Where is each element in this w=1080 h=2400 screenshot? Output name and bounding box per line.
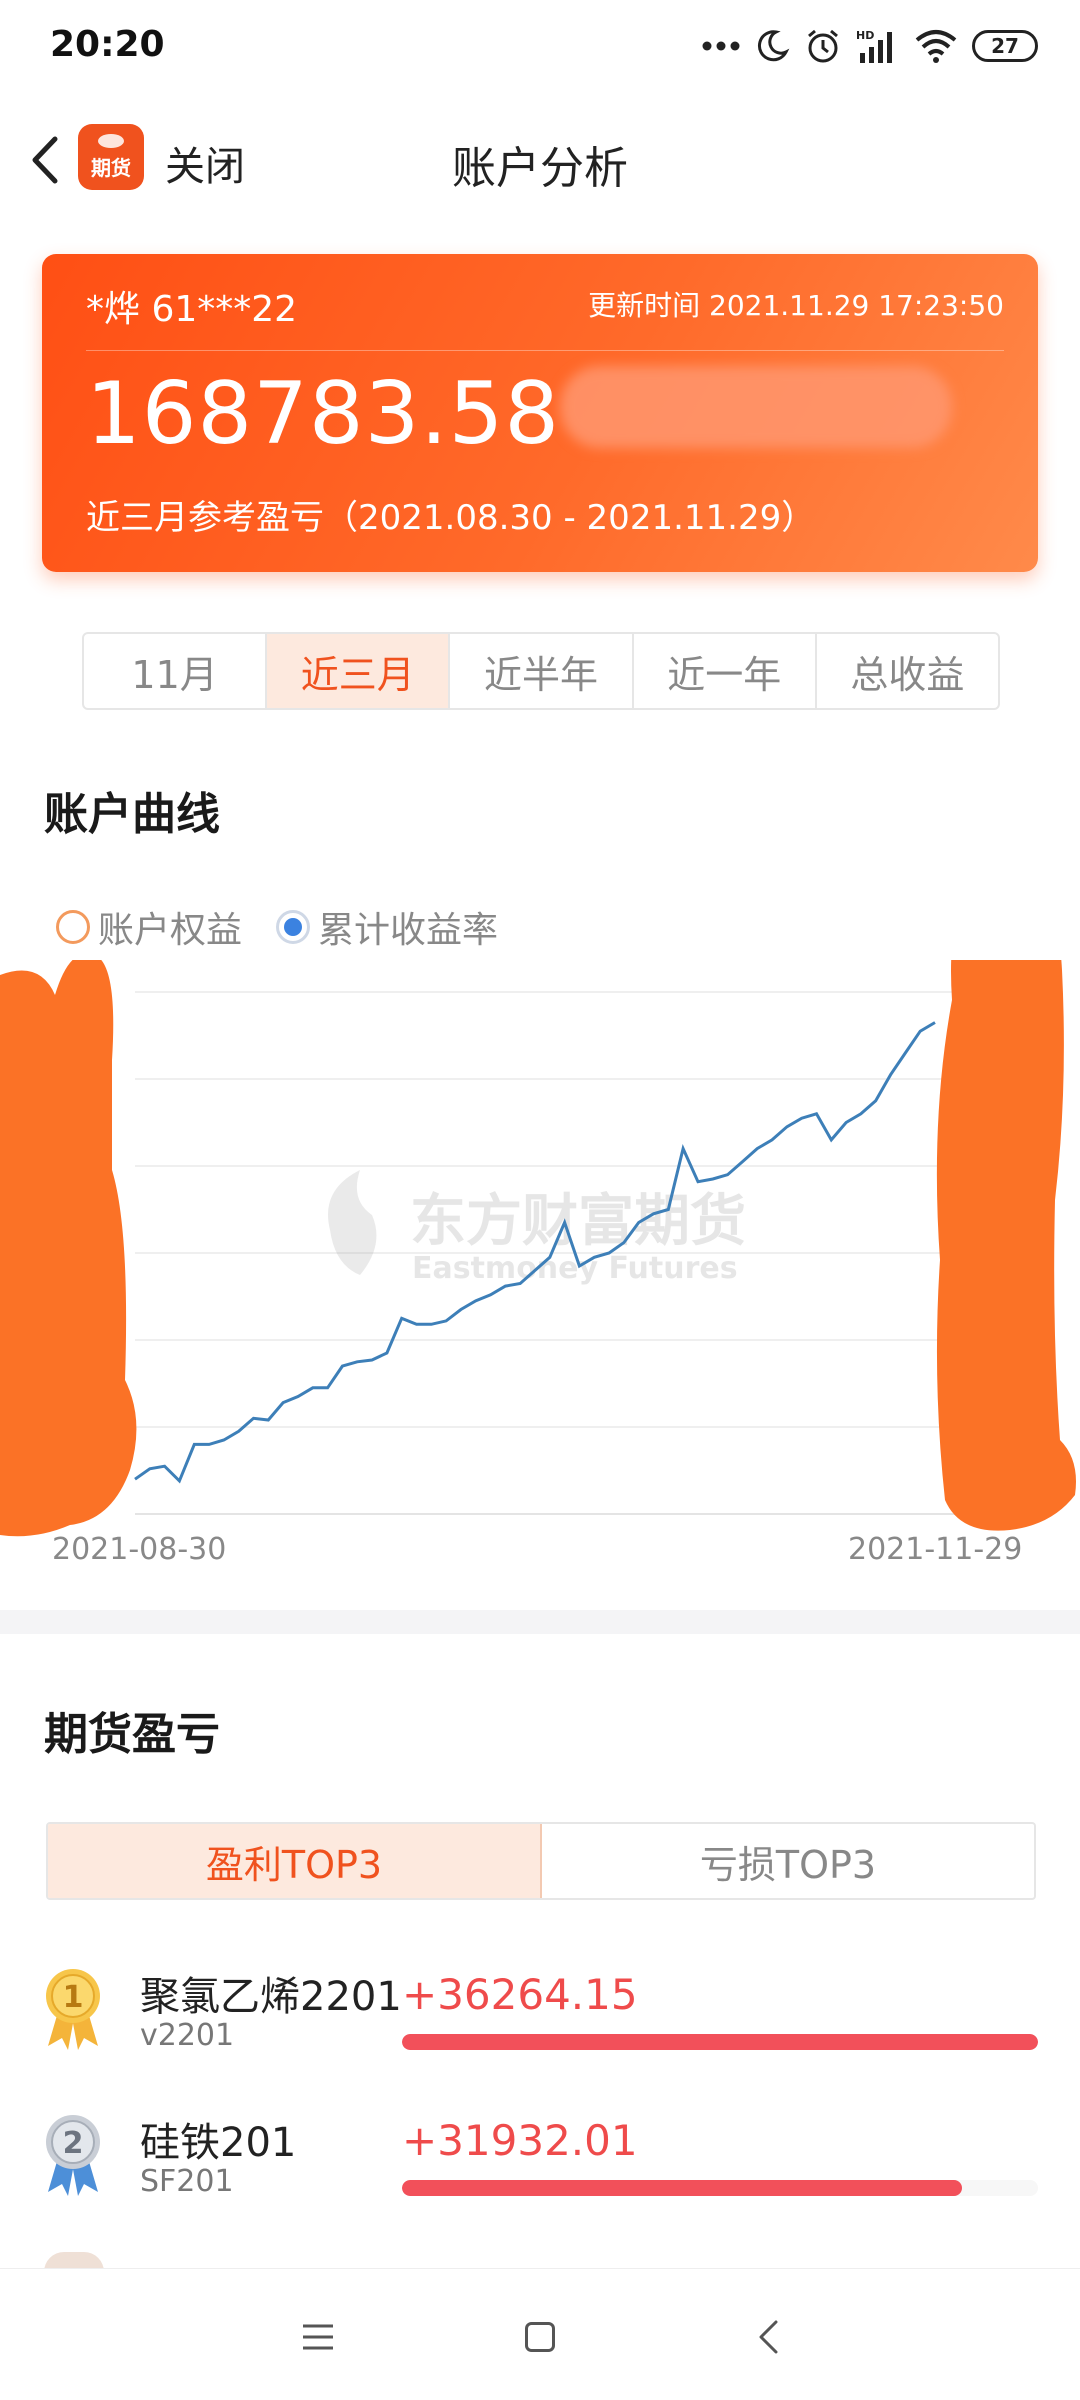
menu-button[interactable] [288, 2307, 348, 2367]
legend-label-equity: 账户权益 [98, 910, 243, 951]
back-triangle-icon [759, 2320, 778, 2354]
rank-number: 2 [63, 2126, 84, 2161]
account-summary-card: *烨 61***22 更新时间 2021.11.29 17:23:50 1687… [42, 254, 1038, 572]
section-divider [0, 1610, 1080, 1634]
contract-name: 硅铁201 [140, 2120, 297, 2166]
contract-code: SF201 [140, 2164, 234, 2199]
card-divider [86, 350, 1004, 351]
account-name: *烨 61***22 [86, 289, 298, 330]
period-pnl-label: 近三月参考盈亏（2021.08.30 - 2021.11.29） [86, 498, 816, 538]
silver-medal-icon: 2 [46, 2115, 100, 2196]
alarm-icon [808, 29, 838, 63]
system-nav-bar [0, 2268, 1080, 2400]
home-button[interactable] [510, 2307, 570, 2367]
pnl-bar [402, 2180, 962, 2196]
nav-bar: 期货 关闭 账户分析 [0, 110, 1080, 210]
redaction-left [0, 960, 137, 1537]
tab-period-total[interactable]: 总收益 [817, 634, 998, 708]
pnl-bar-track [402, 2034, 1038, 2050]
contract-pnl: +31932.01 [402, 2116, 638, 2165]
status-time: 20:20 [50, 24, 165, 65]
page-title: 账户分析 [452, 143, 628, 194]
chart-legend: 账户权益 累计收益率 [56, 902, 498, 952]
chart-section-title: 账户曲线 [44, 789, 220, 840]
legend-label-return: 累计收益率 [318, 910, 499, 951]
moon-icon [757, 30, 790, 62]
watermark-flame-icon [328, 1170, 377, 1275]
redaction-mark [560, 366, 952, 448]
rank-number: 1 [63, 1980, 84, 2015]
pnl-bar-track [402, 2180, 1038, 2196]
radio-unchecked-icon [56, 910, 90, 944]
tab-period-1y[interactable]: 近一年 [634, 634, 817, 708]
x-axis-end-label: 2021-11-29 [848, 1532, 1023, 1567]
back-nav-button[interactable] [738, 2307, 798, 2367]
more-dots-icon [702, 41, 740, 51]
contract-code: v2201 [140, 2018, 235, 2053]
svg-text:HD: HD [856, 29, 874, 42]
battery-indicator: 27 [972, 30, 1038, 62]
legend-account-equity[interactable]: 账户权益 [56, 901, 242, 953]
tab-period-6m[interactable]: 近半年 [450, 634, 634, 708]
tab-profit-top3[interactable]: 盈利TOP3 [48, 1824, 542, 1898]
account-value: 168783.58 [86, 364, 561, 464]
pnl-section-title: 期货盈亏 [44, 1709, 220, 1760]
list-item[interactable]: 2 硅铁201 SF201 +31932.01 [0, 2108, 1080, 2238]
screen: 20:20 HD 27 期货 关闭 账户分析 *烨 61***22 更新时间 2… [0, 0, 1080, 2400]
period-tabs: 11月 近三月 近半年 近一年 总收益 [82, 632, 1000, 710]
tab-period-3m[interactable]: 近三月 [267, 634, 451, 708]
legend-cumulative-return[interactable]: 累计收益率 [276, 901, 498, 953]
redaction-right [936, 960, 1076, 1531]
tab-loss-top3[interactable]: 亏损TOP3 [542, 1824, 1034, 1898]
menu-icon [303, 2324, 333, 2350]
account-curve-chart: 东方财富期货 Eastmoney Futures [0, 960, 1076, 1537]
contract-name: 聚氯乙烯2201 [140, 1974, 402, 2020]
list-item[interactable]: 1 聚氯乙烯2201 v2201 +36264.15 [0, 1962, 1080, 2092]
contract-pnl: +36264.15 [402, 1970, 638, 2019]
gold-medal-icon: 1 [46, 1969, 100, 2050]
signal-hd-icon: HD [856, 29, 892, 63]
pnl-bar [402, 2034, 1038, 2050]
tab-period-nov[interactable]: 11月 [84, 634, 268, 708]
home-square-icon [525, 2322, 555, 2352]
x-axis-start-label: 2021-08-30 [52, 1532, 227, 1567]
status-bar: 20:20 HD 27 [0, 0, 1080, 90]
radio-checked-icon [276, 910, 311, 944]
wifi-icon [915, 30, 957, 63]
update-time: 更新时间 2021.11.29 17:23:50 [588, 289, 1004, 322]
status-icons: HD 27 [702, 24, 1038, 68]
pnl-tabs: 盈利TOP3 亏损TOP3 [46, 1822, 1036, 1900]
watermark-cn: 东方财富期货 [410, 1189, 746, 1254]
